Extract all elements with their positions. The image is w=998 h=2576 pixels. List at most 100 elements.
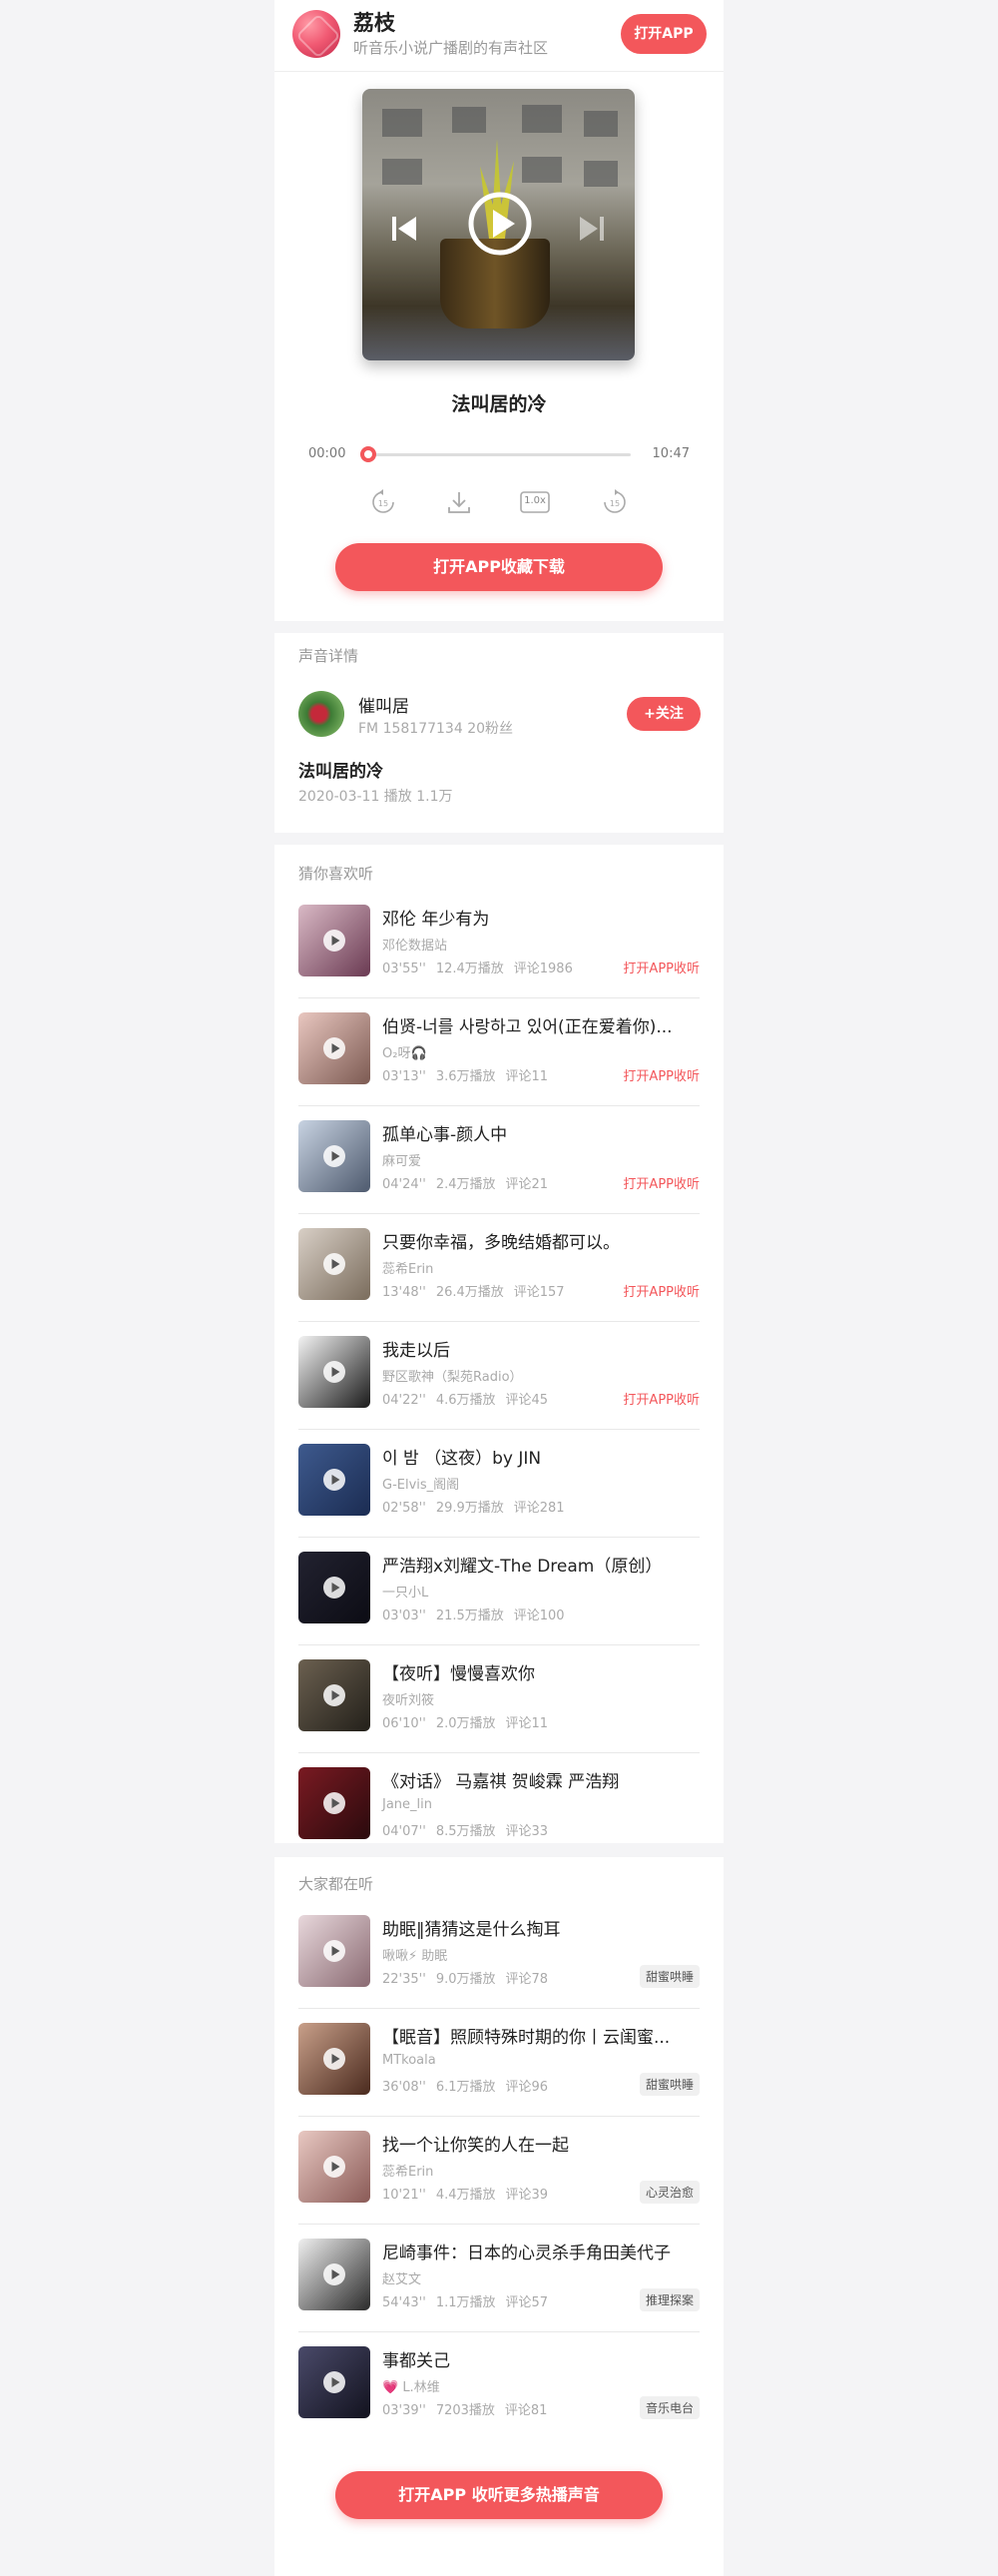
item-duration: 03'55'' xyxy=(382,962,426,976)
play-overlay-icon xyxy=(323,1792,345,1814)
thumbnail[interactable] xyxy=(298,2346,370,2418)
thumbnail[interactable] xyxy=(298,1120,370,1192)
item-comments: 评论1986 xyxy=(513,962,573,976)
item-plays: 4.4万播放 xyxy=(435,2188,496,2203)
speed-icon[interactable]: 1.0x xyxy=(519,489,551,515)
avatar[interactable] xyxy=(298,691,344,737)
item-title[interactable]: 【夜听】慢慢喜欢你 xyxy=(382,1659,700,1684)
item-plays: 1.1万播放 xyxy=(435,2295,496,2310)
item-title[interactable]: 只要你幸福，多晚结婚都可以。 xyxy=(382,1228,700,1253)
item-title[interactable]: 助眠‖猜猜这是什么掏耳 xyxy=(382,1915,700,1940)
play-overlay-icon xyxy=(323,2156,345,2178)
item-title[interactable]: 《对话》 马嘉祺 贺峻霖 严浩翔 xyxy=(382,1767,700,1792)
open-app-listen-link[interactable]: 打开APP收听 xyxy=(623,1281,700,1300)
item-title[interactable]: 事都关己 xyxy=(382,2346,700,2371)
forward-15-icon[interactable]: 15 xyxy=(600,487,630,517)
item-plays: 7203播放 xyxy=(435,2403,495,2418)
item-comments: 评论11 xyxy=(505,1716,549,1731)
item-plays: 8.5万播放 xyxy=(435,1824,496,1839)
item-title[interactable]: 孤单心事-颜人中 xyxy=(382,1120,700,1145)
list-item[interactable]: 邓伦 年少有为邓伦数据站 03'55'' 12.4万播放 评论1986 打开APP收听 xyxy=(298,891,700,998)
progress-bar[interactable] xyxy=(368,453,631,456)
item-title[interactable]: 邓伦 年少有为 xyxy=(382,905,700,930)
thumbnail[interactable] xyxy=(298,1228,370,1300)
item-stats: 02'58'' 29.9万播放 评论281 xyxy=(382,1497,575,1516)
list-item[interactable]: 事都关己 💗 L.林维 03'39'' 7203播放 评论81 音乐电台 xyxy=(298,2332,700,2440)
item-stats: 03'03'' 21.5万播放 评论100 xyxy=(382,1605,575,1623)
track-title: 法叫居的冷 xyxy=(451,393,547,415)
open-app-button[interactable]: 打开APP xyxy=(621,14,707,54)
download-icon[interactable] xyxy=(444,487,474,517)
author-meta: FM 158177134 20粉丝 xyxy=(358,721,514,737)
category-tag[interactable]: 推理探案 xyxy=(639,2288,700,2311)
section-title: 猜你喜欢听 xyxy=(298,865,374,883)
section-title: 大家都在听 xyxy=(298,1875,374,1893)
list-item[interactable]: 只要你幸福，多晚结婚都可以。 蕊希Erin 13'48'' 26.4万播放 评论157 打… xyxy=(298,1214,700,1322)
item-plays: 12.4万播放 xyxy=(435,962,504,976)
progress-knob[interactable] xyxy=(360,446,376,462)
current-time: 00:00 xyxy=(308,446,346,461)
svg-text:15: 15 xyxy=(378,499,388,508)
author-name[interactable]: 催叫居 xyxy=(358,692,409,717)
list-item[interactable]: 严浩翔x刘耀文-The Dream（原创） 一只小L 03'03'' 21.5万播放评… xyxy=(298,1538,700,1645)
rewind-15-icon[interactable]: 15 xyxy=(368,487,398,517)
list-item[interactable]: 이 밤 （这夜）by JIN G-Elvis_阁阁 02'58'' 29.9万播放 评论… xyxy=(298,1430,700,1538)
list-item[interactable]: 【眠音】照顾特殊时期的你丨云闺蜜... MTkoala 36'08'' 6.1万播放评… xyxy=(298,2009,700,2117)
thumbnail[interactable] xyxy=(298,1336,370,1408)
category-tag[interactable]: 心灵治愈 xyxy=(639,2181,700,2204)
list-item[interactable]: 孤单心事-颜人中 麻可爱 04'24'' 2.4万播放 评论21 打开APP收听 xyxy=(298,1106,700,1214)
open-app-listen-link[interactable]: 打开APP收听 xyxy=(623,958,700,976)
list-item[interactable]: 我走以后 野区歌神（梨苑Radio） 04'22'' 4.6万播放 评论45 打开APP收… xyxy=(298,1322,700,1430)
open-app-listen-link[interactable]: 打开APP收听 xyxy=(623,1173,700,1192)
collect-download-button[interactable]: 打开APP收藏下载 xyxy=(335,543,663,591)
category-tag[interactable]: 甜蜜哄睡 xyxy=(639,2073,700,2096)
item-title[interactable]: 尼崎事件：日本的心灵杀手角田美代子 xyxy=(382,2239,700,2263)
thumbnail[interactable] xyxy=(298,2239,370,2310)
item-stats: 10'21'' 4.4万播放 评论39 xyxy=(382,2184,558,2203)
item-author: O₂呀🎧 xyxy=(382,1046,427,1061)
thumbnail[interactable] xyxy=(298,1552,370,1623)
play-overlay-icon xyxy=(323,1940,345,1962)
category-tag[interactable]: 甜蜜哄睡 xyxy=(639,1965,700,1988)
play-overlay-icon xyxy=(323,1361,345,1383)
item-title[interactable]: 【眠音】照顾特殊时期的你丨云闺蜜... xyxy=(382,2023,700,2048)
thumbnail[interactable] xyxy=(298,2131,370,2203)
item-comments: 评论39 xyxy=(505,2188,549,2203)
follow-button[interactable]: +关注 xyxy=(627,697,701,731)
next-track-icon[interactable] xyxy=(572,209,612,249)
list-item[interactable]: 《对话》 马嘉祺 贺峻霖 严浩翔 Jane_lin 04'07'' 8.5万播放 评论3… xyxy=(298,1753,700,1861)
page: 荔枝 听音乐小说广播剧的有声社区 打开APP 法叫居的冷 00:00 10:47… xyxy=(274,0,724,2576)
item-title[interactable]: 我走以后 xyxy=(382,1336,700,1361)
item-duration: 04'22'' xyxy=(382,1393,426,1408)
open-app-listen-link[interactable]: 打开APP收听 xyxy=(623,1389,700,1408)
item-plays: 3.6万播放 xyxy=(435,1069,496,1084)
item-title[interactable]: 伯贤-너를 사랑하고 있어(正在爱着你)... xyxy=(382,1012,700,1037)
list-item[interactable]: 找一个让你笑的人在一起 蕊希Erin 10'21'' 4.4万播放 评论39 心灵治愈 xyxy=(298,2117,700,2225)
thumbnail[interactable] xyxy=(298,1012,370,1084)
thumbnail[interactable] xyxy=(298,1444,370,1516)
thumbnail[interactable] xyxy=(298,1915,370,1987)
thumbnail[interactable] xyxy=(298,1767,370,1839)
category-tag[interactable]: 音乐电台 xyxy=(639,2396,700,2419)
item-duration: 36'08'' xyxy=(382,2080,426,2095)
item-title[interactable]: 找一个让你笑的人在一起 xyxy=(382,2131,700,2156)
item-title[interactable]: 严浩翔x刘耀文-The Dream（原创） xyxy=(382,1552,700,1577)
open-app-listen-link[interactable]: 打开APP收听 xyxy=(623,1065,700,1084)
previous-track-icon[interactable] xyxy=(384,209,424,249)
list-item[interactable]: 尼崎事件：日本的心灵杀手角田美代子 赵艾文 54'43'' 1.1万播放 评论57 推理探… xyxy=(298,2225,700,2332)
more-sounds-button[interactable]: 打开APP 收听更多热播声音 xyxy=(335,2471,663,2519)
item-author: 邓伦数据站 xyxy=(382,939,448,954)
list-item[interactable]: 助眠‖猜猜这是什么掏耳 啾啾⚡ 助眠 22'35'' 9.0万播放 评论78 甜蜜哄睡 xyxy=(298,1901,700,2009)
play-icon[interactable] xyxy=(467,191,533,257)
item-author: MTkoala xyxy=(382,2053,436,2068)
item-title[interactable]: 이 밤 （这夜）by JIN xyxy=(382,1444,700,1469)
thumbnail[interactable] xyxy=(298,1659,370,1731)
item-author: 蕊希Erin xyxy=(382,1262,434,1277)
list-item[interactable]: 【夜听】慢慢喜欢你 夜听刘筱 06'10'' 2.0万播放 评论11 xyxy=(298,1645,700,1753)
list-item[interactable]: 伯贤-너를 사랑하고 있어(正在爱着你)... O₂呀🎧 03'13'' 3.6万播放… xyxy=(298,998,700,1106)
item-duration: 06'10'' xyxy=(382,1716,426,1731)
item-comments: 评论96 xyxy=(505,2080,549,2095)
thumbnail[interactable] xyxy=(298,905,370,976)
item-plays: 26.4万播放 xyxy=(435,1285,504,1300)
thumbnail[interactable] xyxy=(298,2023,370,2095)
